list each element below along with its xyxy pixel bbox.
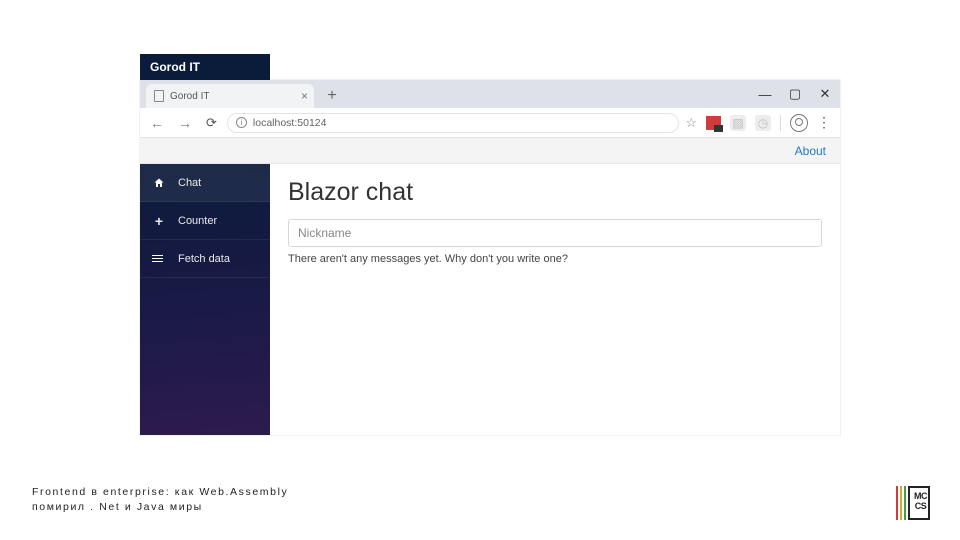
new-tab-button[interactable]: + <box>322 86 342 106</box>
logo-letters: MCCS <box>914 491 927 511</box>
app-title: Gorod IT <box>140 54 270 80</box>
minimize-button[interactable]: — <box>750 87 780 102</box>
caption-line-1: Frontend в enterprise: как Web.Assembly <box>32 485 288 501</box>
sidebar-item-chat[interactable]: Chat <box>140 164 270 202</box>
browser-menu-icon[interactable]: ⋮ <box>817 114 830 131</box>
site-info-icon[interactable]: i <box>236 117 247 128</box>
browser-window: Gorod IT × + — ▢ ✕ ← → ⟳ i localhost:501… <box>140 80 840 435</box>
close-window-button[interactable]: ✕ <box>810 86 840 102</box>
home-icon <box>152 177 166 189</box>
close-tab-icon[interactable]: × <box>301 89 308 103</box>
logo: MCCS <box>896 486 930 520</box>
sidebar-item-label: Fetch data <box>178 253 230 265</box>
sidebar-item-fetch-data[interactable]: Fetch data <box>140 240 270 278</box>
sidebar: Chat + Counter Fetch data <box>140 164 270 435</box>
empty-state-text: There aren't any messages yet. Why don't… <box>288 253 822 265</box>
about-link[interactable]: About <box>795 144 826 158</box>
address-bar[interactable]: i localhost:50124 <box>227 113 679 133</box>
page-icon <box>154 90 164 102</box>
plus-icon: + <box>152 213 166 229</box>
maximize-button[interactable]: ▢ <box>780 86 810 102</box>
page-heading: Blazor chat <box>288 178 822 207</box>
extension-icon[interactable]: ▨ <box>730 115 746 131</box>
caption-line-2: помирил . Net и Java миры <box>32 500 288 516</box>
toolbar-right: ☆ ▨ ◷ ⋮ <box>685 114 834 132</box>
nickname-input[interactable]: Nickname <box>288 219 822 247</box>
main-panel: Blazor chat Nickname There aren't any me… <box>270 164 840 435</box>
sidebar-item-counter[interactable]: + Counter <box>140 202 270 240</box>
reload-button[interactable]: ⟳ <box>202 115 221 131</box>
nickname-placeholder: Nickname <box>298 226 351 240</box>
slide-caption: Frontend в enterprise: как Web.Assembly … <box>32 485 288 517</box>
page-content: Gorod IT About Chat + Counter Fetch data <box>140 138 840 435</box>
toolbar-divider <box>780 115 781 131</box>
sidebar-item-label: Counter <box>178 215 217 227</box>
back-button[interactable]: ← <box>146 115 168 131</box>
tab-strip: Gorod IT × + — ▢ ✕ <box>140 80 840 108</box>
url-toolbar: ← → ⟳ i localhost:50124 ☆ ▨ ◷ ⋮ <box>140 108 840 138</box>
forward-button[interactable]: → <box>174 115 196 131</box>
app-body: Chat + Counter Fetch data Blazor chat Ni… <box>140 164 840 435</box>
extension-icon-2[interactable]: ◷ <box>755 115 771 131</box>
url-text: localhost:50124 <box>253 117 327 129</box>
profile-avatar-icon[interactable] <box>790 114 808 132</box>
tab-title: Gorod IT <box>170 91 209 102</box>
list-icon <box>152 255 166 263</box>
sidebar-item-label: Chat <box>178 177 201 189</box>
browser-tab[interactable]: Gorod IT × <box>146 84 314 108</box>
window-controls: — ▢ ✕ <box>750 80 840 108</box>
extension-badge-icon[interactable] <box>706 116 721 130</box>
app-header: Gorod IT About <box>140 138 840 164</box>
bookmark-icon[interactable]: ☆ <box>685 115 697 131</box>
